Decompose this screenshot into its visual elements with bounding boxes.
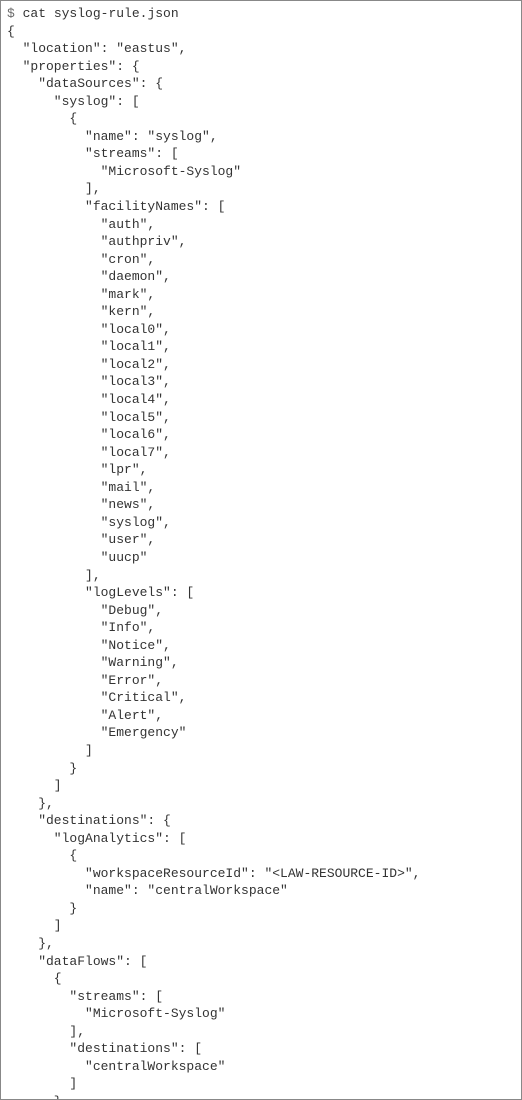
json-line: "mail", [7, 479, 515, 497]
json-line: "mark", [7, 286, 515, 304]
json-line: ] [7, 742, 515, 760]
json-line: "destinations": { [7, 812, 515, 830]
json-line: "local7", [7, 444, 515, 462]
json-line: "logAnalytics": [ [7, 830, 515, 848]
command-text: cat syslog-rule.json [23, 6, 179, 21]
json-line: } [7, 900, 515, 918]
json-line: "properties": { [7, 58, 515, 76]
json-line: } [7, 760, 515, 778]
json-line: }, [7, 795, 515, 813]
json-line: "centralWorkspace" [7, 1058, 515, 1076]
json-line: } [7, 1093, 515, 1100]
json-line: "Error", [7, 672, 515, 690]
json-line: ] [7, 777, 515, 795]
json-line: "local5", [7, 409, 515, 427]
json-line: "kern", [7, 303, 515, 321]
json-line: "dataFlows": [ [7, 953, 515, 971]
json-line: { [7, 23, 515, 41]
json-line: "uucp" [7, 549, 515, 567]
json-line: "name": "syslog", [7, 128, 515, 146]
json-line: "cron", [7, 251, 515, 269]
json-line: "local1", [7, 338, 515, 356]
json-line: "destinations": [ [7, 1040, 515, 1058]
json-line: ] [7, 917, 515, 935]
json-line: "syslog": [ [7, 93, 515, 111]
json-line: "streams": [ [7, 988, 515, 1006]
json-line: "local4", [7, 391, 515, 409]
json-line: ], [7, 567, 515, 585]
terminal-output-box: $ cat syslog-rule.json { "location": "ea… [0, 0, 522, 1100]
json-line: "lpr", [7, 461, 515, 479]
json-line: "Notice", [7, 637, 515, 655]
json-line: "facilityNames": [ [7, 198, 515, 216]
json-line: "authpriv", [7, 233, 515, 251]
json-line: "Microsoft-Syslog" [7, 163, 515, 181]
json-line: "streams": [ [7, 145, 515, 163]
json-line: "local6", [7, 426, 515, 444]
json-line: "user", [7, 531, 515, 549]
shell-prompt: $ [7, 6, 15, 21]
json-line: "Warning", [7, 654, 515, 672]
json-line: ], [7, 1023, 515, 1041]
json-line: "name": "centralWorkspace" [7, 882, 515, 900]
json-line: "Critical", [7, 689, 515, 707]
json-line: ], [7, 180, 515, 198]
json-line: "Debug", [7, 602, 515, 620]
json-line: { [7, 970, 515, 988]
json-file-output: { "location": "eastus", "properties": { … [7, 23, 515, 1100]
json-line: "workspaceResourceId": "<LAW-RESOURCE-ID… [7, 865, 515, 883]
json-line: "local2", [7, 356, 515, 374]
json-line: "news", [7, 496, 515, 514]
json-line: "auth", [7, 216, 515, 234]
json-line: "Alert", [7, 707, 515, 725]
json-line: { [7, 847, 515, 865]
json-line: { [7, 110, 515, 128]
json-line: "syslog", [7, 514, 515, 532]
command-line: $ cat syslog-rule.json [7, 5, 515, 23]
json-line: "local3", [7, 373, 515, 391]
json-line: "logLevels": [ [7, 584, 515, 602]
json-line: "Info", [7, 619, 515, 637]
json-line: "Emergency" [7, 724, 515, 742]
json-line: }, [7, 935, 515, 953]
json-line: "daemon", [7, 268, 515, 286]
json-line: "Microsoft-Syslog" [7, 1005, 515, 1023]
json-line: "location": "eastus", [7, 40, 515, 58]
json-line: ] [7, 1075, 515, 1093]
json-line: "dataSources": { [7, 75, 515, 93]
json-line: "local0", [7, 321, 515, 339]
